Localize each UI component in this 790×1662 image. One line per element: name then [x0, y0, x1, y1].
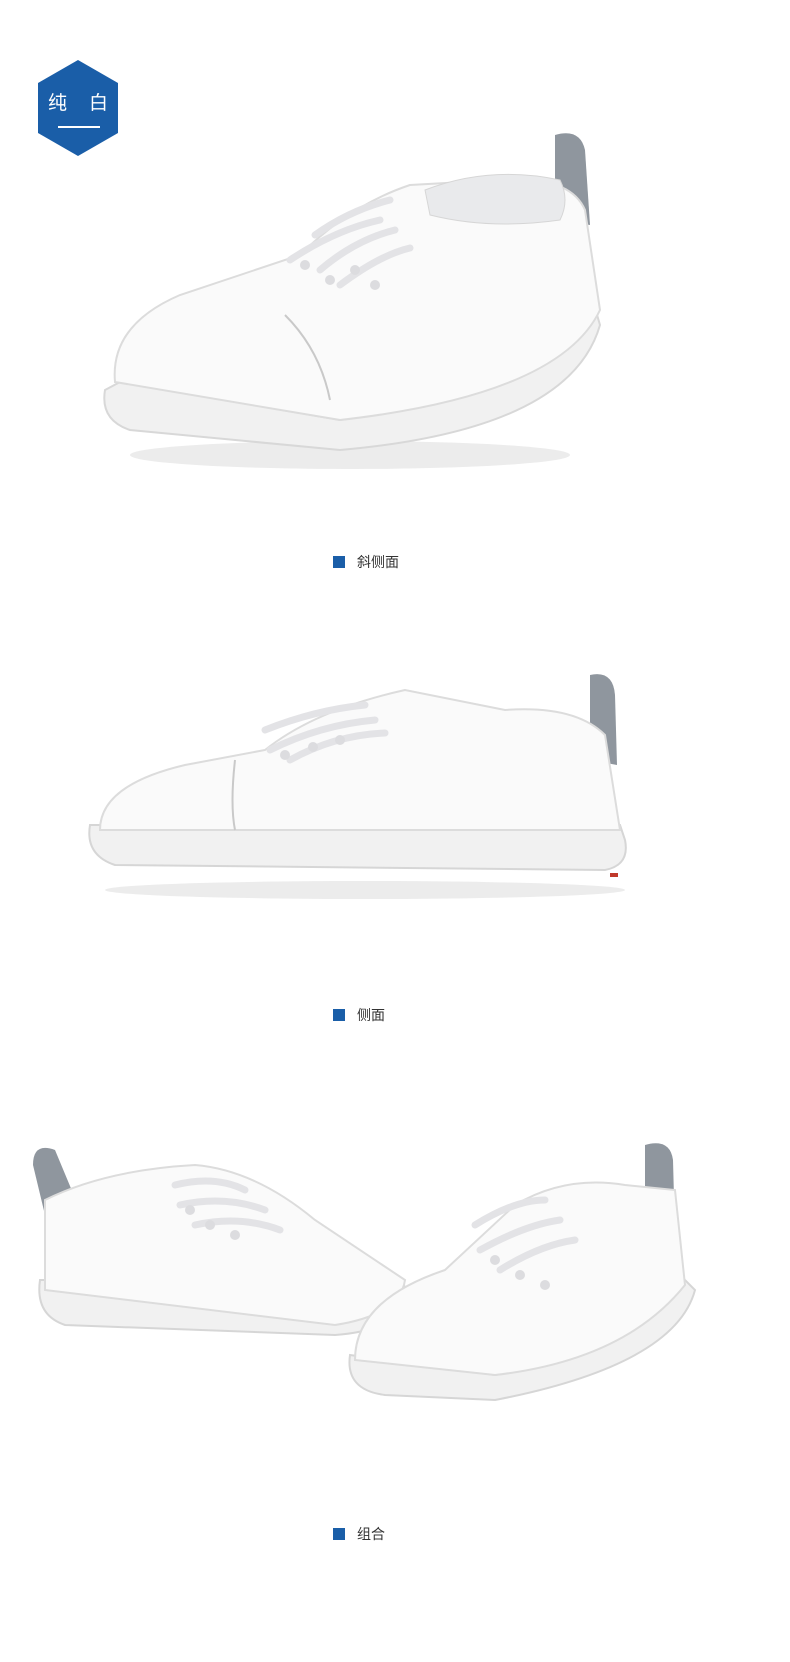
caption-oblique: 斜侧面 [333, 552, 399, 572]
caption-oblique-label: 斜侧面 [357, 555, 399, 571]
caption-marker [333, 1009, 345, 1021]
color-badge-label: 纯 白 [47, 92, 117, 114]
caption-marker [333, 1528, 345, 1540]
caption-marker [333, 556, 345, 568]
caption-combo-label: 组合 [357, 1527, 385, 1543]
caption-combo: 组合 [333, 1524, 385, 1544]
shoe-oblique-image [103, 133, 602, 469]
caption-side: 侧面 [333, 1005, 385, 1025]
shoe-side-image [88, 674, 627, 899]
caption-side-label: 侧面 [357, 1008, 385, 1024]
shoe-pair-image [33, 1143, 697, 1402]
